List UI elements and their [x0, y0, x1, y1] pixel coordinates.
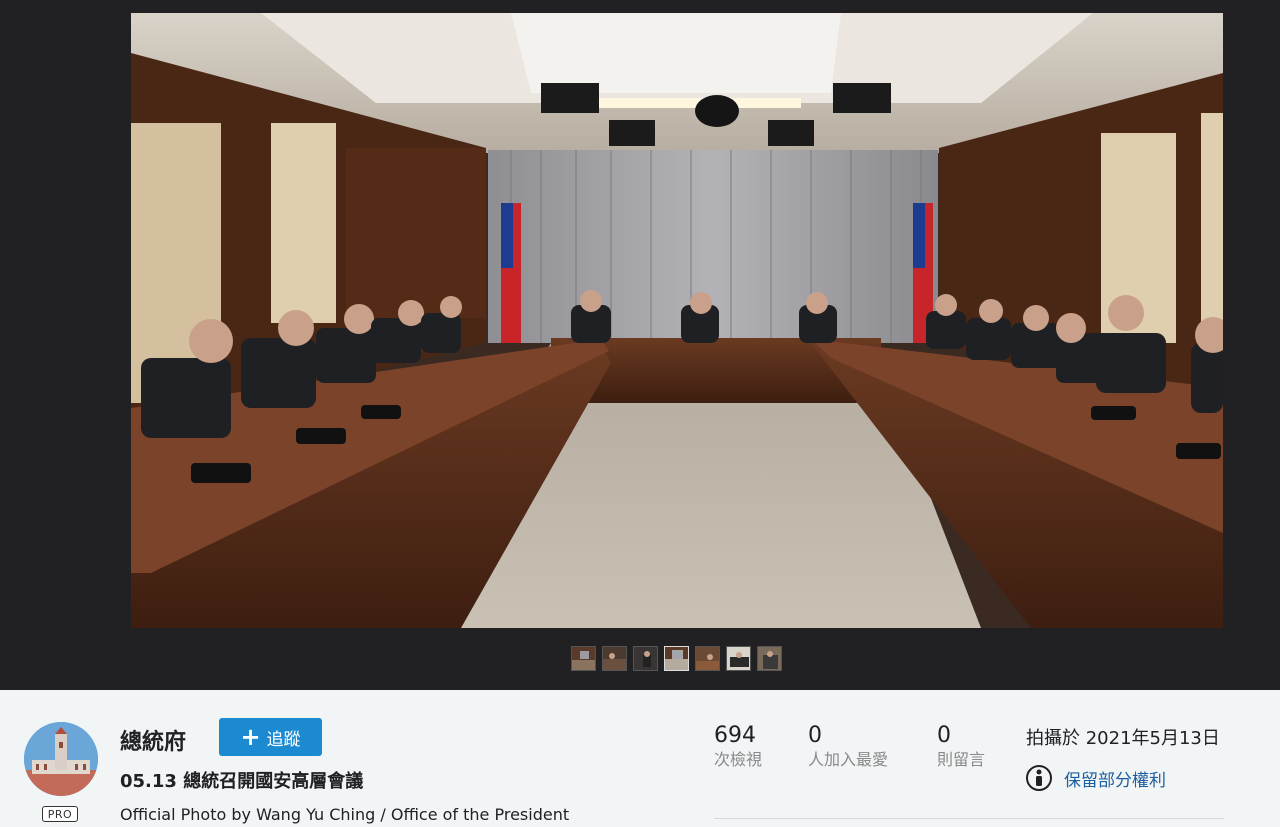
license-label: 保留部分權利	[1064, 770, 1166, 791]
license-link[interactable]: 保留部分權利	[1026, 765, 1166, 791]
comments-stat: 0 則留言	[937, 723, 985, 771]
filmstrip-thumb[interactable]	[602, 646, 627, 671]
person-info-icon	[1026, 765, 1052, 791]
views-label: 次檢視	[714, 750, 763, 769]
filmstrip-thumb[interactable]	[757, 646, 782, 671]
divider	[714, 818, 1224, 819]
presidential-building-icon	[24, 722, 98, 796]
comments-count: 0	[937, 723, 951, 748]
filmstrip-thumb[interactable]	[571, 646, 596, 671]
meeting-room-image	[131, 13, 1223, 628]
faves-stat: 0 人加入最愛	[808, 723, 888, 771]
views-count: 694	[714, 723, 756, 748]
follow-button-label: 追蹤	[266, 729, 301, 750]
comments-label: 則留言	[937, 750, 986, 769]
filmstrip-thumb-active[interactable]	[664, 646, 689, 671]
views-stat: 694 次檢視	[714, 723, 762, 771]
follow-button[interactable]: + 追蹤	[219, 718, 322, 756]
faves-count: 0	[808, 723, 822, 748]
owner-name[interactable]: 總統府	[120, 724, 186, 756]
date-taken: 拍攝於 2021年5月13日	[1026, 728, 1220, 749]
pro-badge: PRO	[42, 806, 78, 822]
filmstrip	[571, 646, 782, 671]
photo-viewer	[0, 0, 1280, 690]
plus-icon: +	[240, 723, 261, 751]
photo-description: Official Photo by Wang Yu Ching / Office…	[120, 805, 570, 824]
photo-info-panel: PRO 總統府 + 追蹤 05.13 總統召開國安高層會議 Official P…	[0, 690, 1280, 827]
filmstrip-thumb[interactable]	[726, 646, 751, 671]
photo-title: 05.13 總統召開國安高層會議	[120, 771, 364, 792]
faves-label: 人加入最愛	[808, 750, 889, 769]
main-photo[interactable]	[131, 13, 1223, 628]
owner-avatar[interactable]	[24, 722, 98, 796]
filmstrip-thumb[interactable]	[695, 646, 720, 671]
filmstrip-thumb[interactable]	[633, 646, 658, 671]
